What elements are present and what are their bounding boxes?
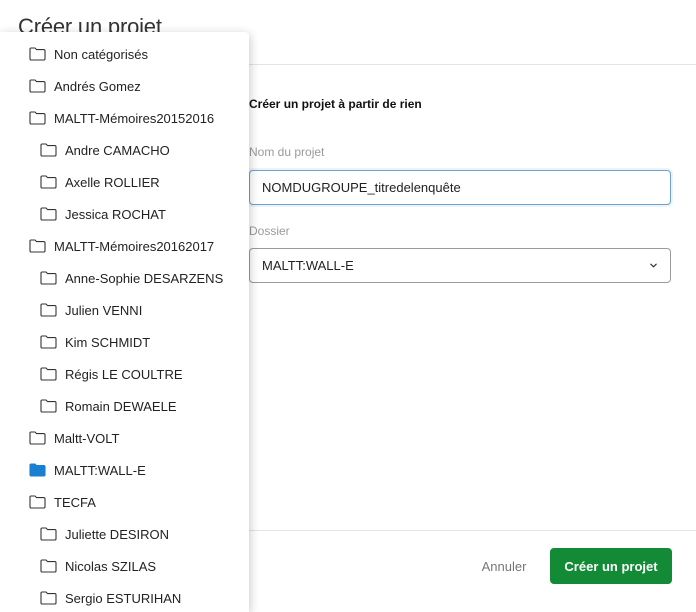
folder-select-value: MALTT:WALL-E [262, 258, 354, 273]
folder-list: Non catégorisés Andrés Gomez MALTT-Mémoire… [0, 32, 249, 612]
folder-option-label: MALTT-Mémoires20152016 [54, 110, 215, 126]
folder-icon [40, 143, 57, 157]
folder-option-label: Axelle ROLLIER [65, 174, 160, 190]
folder-option[interactable]: Nicolas SZILAS [0, 550, 249, 582]
folder-option[interactable]: Non catégorisés [0, 38, 249, 70]
folder-option[interactable]: Régis LE COULTRE [0, 358, 249, 390]
folder-option[interactable]: Axelle ROLLIER [0, 166, 249, 198]
folder-select[interactable]: MALTT:WALL-E [249, 248, 671, 283]
folder-icon [40, 271, 57, 285]
folder-option[interactable]: Kim SCHMIDT [0, 326, 249, 358]
folder-icon [40, 303, 57, 317]
section-heading: Créer un projet à partir de rien [249, 97, 422, 111]
folder-option[interactable]: Jessica ROCHAT [0, 198, 249, 230]
folder-icon [29, 431, 46, 445]
folder-icon [29, 495, 46, 509]
folder-option-label: Romain DEWAELE [65, 398, 177, 414]
folder-option[interactable]: Julien VENNI [0, 294, 249, 326]
folder-icon [40, 367, 57, 381]
folder-option[interactable]: Juliette DESIRON [0, 518, 249, 550]
folder-option-label: Jessica ROCHAT [65, 206, 166, 222]
folder-icon [40, 527, 57, 541]
folder-option[interactable]: Romain DEWAELE [0, 390, 249, 422]
folder-option-label: Régis LE COULTRE [65, 366, 183, 382]
folder-icon [40, 175, 57, 189]
folder-option-label: Kim SCHMIDT [65, 334, 151, 350]
cancel-button[interactable]: Annuler [470, 548, 538, 584]
folder-label: Dossier [249, 224, 290, 238]
folder-option-label: Andre CAMACHO [65, 142, 170, 158]
folder-option[interactable]: MALTT-Mémoires20152016 [0, 102, 249, 134]
project-name-input[interactable] [249, 170, 671, 205]
create-project-button[interactable]: Créer un projet [550, 548, 672, 584]
folder-option-label: Anne-Sophie DESARZENS [65, 270, 224, 286]
chevron-down-icon [649, 261, 658, 270]
folder-icon [40, 207, 57, 221]
folder-option-label: Sergio ESTURIHAN [65, 590, 182, 606]
folder-icon [40, 559, 57, 573]
folder-filled-icon [29, 463, 46, 477]
folder-option-label: Maltt-VOLT [54, 430, 120, 446]
folder-option[interactable]: Maltt-VOLT [0, 422, 249, 454]
folder-icon [40, 399, 57, 413]
folder-option-label: Julien VENNI [65, 302, 143, 318]
folder-option-selected[interactable]: MALTT:WALL-E [0, 454, 249, 486]
folder-icon [29, 79, 46, 93]
folder-option[interactable]: Andre CAMACHO [0, 134, 249, 166]
folder-option-label: MALTT-Mémoires20162017 [54, 238, 215, 254]
folder-icon [40, 591, 57, 605]
folder-option[interactable]: Sergio ESTURIHAN [0, 582, 249, 612]
folder-option-label: TECFA [54, 494, 96, 510]
folder-option-label: Non catégorisés [54, 46, 148, 62]
folder-icon [29, 239, 46, 253]
folder-option[interactable]: MALTT-Mémoires20162017 [0, 230, 249, 262]
folder-option-label: MALTT:WALL-E [54, 462, 146, 478]
folder-option[interactable]: TECFA [0, 486, 249, 518]
project-name-label: Nom du projet [249, 145, 325, 159]
folder-dropdown-menu: Non catégorisés Andrés Gomez MALTT-Mémoire… [0, 32, 249, 612]
folder-option-label: Nicolas SZILAS [65, 558, 157, 574]
folder-icon [29, 47, 46, 61]
folder-option[interactable]: Anne-Sophie DESARZENS [0, 262, 249, 294]
folder-option-label: Juliette DESIRON [65, 526, 170, 542]
folder-icon [40, 335, 57, 349]
folder-option-label: Andrés Gomez [54, 78, 141, 94]
folder-icon [29, 111, 46, 125]
folder-option[interactable]: Andrés Gomez [0, 70, 249, 102]
